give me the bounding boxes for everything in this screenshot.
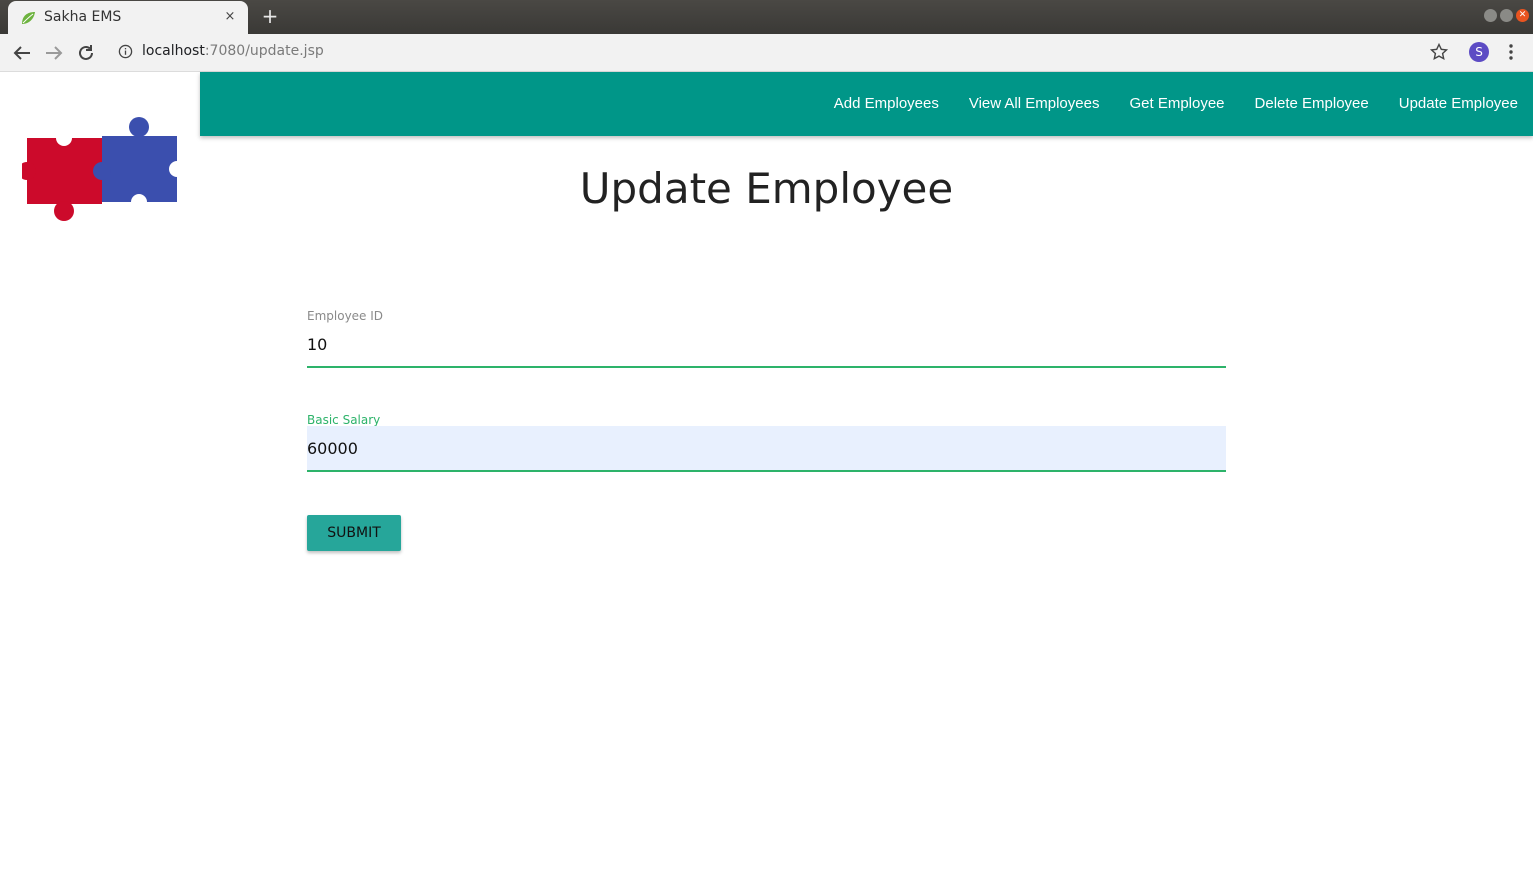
browser-tab-bar: Sakha EMS × + ✕ xyxy=(0,0,1533,34)
close-window-button[interactable]: ✕ xyxy=(1516,9,1529,22)
nav-item-view-all-employees[interactable]: View All Employees xyxy=(954,72,1115,136)
nav-item-add-employees[interactable]: Add Employees xyxy=(819,72,954,136)
employee-id-field[interactable] xyxy=(307,322,1226,368)
address-bar[interactable]: localhost:7080/update.jsp xyxy=(142,43,324,59)
nav-item-get-employee[interactable]: Get Employee xyxy=(1114,72,1239,136)
nav-item-update-employee[interactable]: Update Employee xyxy=(1384,72,1533,136)
reload-icon[interactable] xyxy=(74,41,98,65)
employee-id-label: Employee ID xyxy=(307,309,384,323)
arrow-right-icon[interactable] xyxy=(42,41,66,65)
page: Add Employees View All Employees Get Emp… xyxy=(0,72,1533,873)
tab-title: Sakha EMS xyxy=(44,9,122,25)
avatar[interactable]: S xyxy=(1469,42,1489,62)
basic-salary-label: Basic Salary xyxy=(307,413,381,427)
nav-item-delete-employee[interactable]: Delete Employee xyxy=(1240,72,1384,136)
new-tab-button[interactable]: + xyxy=(259,5,281,27)
url-host: localhost xyxy=(142,43,205,59)
maximize-window-button[interactable] xyxy=(1500,9,1513,22)
basic-salary-field[interactable] xyxy=(307,426,1226,472)
star-icon[interactable] xyxy=(1429,42,1449,62)
tab-close-icon[interactable]: × xyxy=(222,8,238,26)
url-path: :7080/update.jsp xyxy=(204,43,324,59)
minimize-window-button[interactable] xyxy=(1484,9,1497,22)
browser-tab[interactable]: Sakha EMS × xyxy=(8,1,248,34)
page-title: Update Employee xyxy=(579,164,954,213)
info-icon[interactable] xyxy=(118,44,133,59)
submit-button[interactable]: SUBMIT xyxy=(307,515,401,551)
kebab-menu-icon[interactable] xyxy=(1503,42,1519,62)
nav-links: Add Employees View All Employees Get Emp… xyxy=(819,72,1533,136)
top-navbar: Add Employees View All Employees Get Emp… xyxy=(200,72,1533,136)
arrow-left-icon[interactable] xyxy=(10,41,34,65)
leaf-icon xyxy=(20,10,36,26)
